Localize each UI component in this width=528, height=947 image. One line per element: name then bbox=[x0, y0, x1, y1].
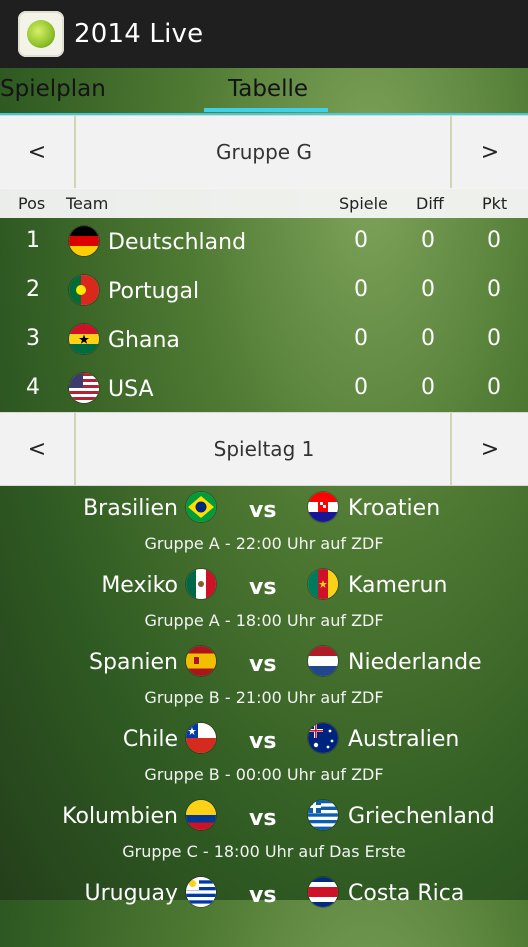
vs-label: vs bbox=[249, 883, 277, 908]
active-tab-indicator bbox=[204, 108, 328, 112]
mexico-flag-icon bbox=[186, 569, 216, 599]
row-points: 0 bbox=[487, 375, 501, 400]
row-points: 0 bbox=[487, 277, 501, 302]
row-diff: 0 bbox=[421, 326, 435, 351]
row-games: 0 bbox=[354, 375, 368, 400]
ghana-flag-icon bbox=[69, 324, 99, 354]
vs-label: vs bbox=[249, 498, 277, 523]
vs-label: vs bbox=[249, 729, 277, 754]
australia-flag-icon bbox=[308, 723, 338, 753]
row-pos: 3 bbox=[26, 326, 40, 351]
home-team: Chile bbox=[122, 727, 178, 752]
soccer-ball-icon bbox=[27, 20, 55, 48]
costa-rica-flag-icon bbox=[308, 877, 338, 907]
germany-flag-icon bbox=[69, 226, 99, 256]
match-item[interactable]: Uruguay vs Costa Rica bbox=[0, 869, 528, 947]
away-team: Kroatien bbox=[348, 496, 441, 521]
home-team: Uruguay bbox=[84, 881, 179, 906]
vs-label: vs bbox=[249, 806, 277, 831]
colombia-flag-icon bbox=[186, 800, 216, 830]
croatia-flag-icon bbox=[308, 492, 338, 522]
header-team: Team bbox=[66, 194, 109, 213]
uruguay-flag-icon bbox=[186, 877, 216, 907]
row-games: 0 bbox=[354, 326, 368, 351]
home-team: Kolumbien bbox=[62, 804, 178, 829]
table-row[interactable]: 4 USA 0 0 0 bbox=[0, 365, 528, 413]
header-games: Spiele bbox=[339, 194, 388, 213]
match-info: Gruppe C - 18:00 Uhr auf Das Erste bbox=[122, 842, 406, 861]
header-pos: Pos bbox=[18, 194, 46, 213]
vs-label: vs bbox=[249, 652, 277, 677]
away-team: Griechenland bbox=[348, 804, 495, 829]
row-pos: 2 bbox=[26, 277, 40, 302]
vs-label: vs bbox=[249, 575, 277, 600]
header-diff: Diff bbox=[416, 194, 444, 213]
standings-header: Pos Team Spiele Diff Pkt bbox=[0, 188, 528, 218]
row-diff: 0 bbox=[421, 375, 435, 400]
match-info: Gruppe B - 21:00 Uhr auf ZDF bbox=[144, 688, 384, 707]
portugal-flag-icon bbox=[69, 275, 99, 305]
match-info: Gruppe B - 00:00 Uhr auf ZDF bbox=[144, 765, 384, 784]
home-team: Brasilien bbox=[83, 496, 178, 521]
row-team: Ghana bbox=[108, 328, 180, 353]
away-team: Niederlande bbox=[348, 650, 482, 675]
match-item[interactable]: Spanien vs Niederlande Gruppe B - 21:00 … bbox=[0, 638, 528, 716]
match-item[interactable]: Mexiko vs Kamerun Gruppe A - 18:00 Uhr a… bbox=[0, 561, 528, 639]
cameroon-flag-icon bbox=[308, 569, 338, 599]
header-points: Pkt bbox=[482, 194, 508, 213]
match-list: Brasilien vs Kroatien Gruppe A - 22:00 U… bbox=[0, 484, 528, 908]
row-diff: 0 bbox=[421, 277, 435, 302]
row-games: 0 bbox=[354, 228, 368, 253]
app-title: 2014 Live bbox=[74, 19, 204, 49]
row-games: 0 bbox=[354, 277, 368, 302]
tab-spielplan[interactable]: Spielplan bbox=[0, 76, 106, 102]
tab-bar: Spielplan Tabelle bbox=[0, 68, 528, 115]
matchday-label: Spieltag 1 bbox=[213, 437, 315, 461]
previous-group-button[interactable]: < bbox=[0, 116, 76, 188]
match-item[interactable]: Kolumbien vs Griechenland Gruppe C - 18:… bbox=[0, 792, 528, 870]
row-team: USA bbox=[108, 377, 154, 402]
row-pos: 1 bbox=[26, 228, 40, 253]
netherlands-flag-icon bbox=[308, 646, 338, 676]
table-row[interactable]: 3 Ghana 0 0 0 bbox=[0, 316, 528, 364]
row-team: Portugal bbox=[108, 279, 200, 304]
standings-table: 1 Deutschland 0 0 0 2 Portugal 0 0 0 3 G… bbox=[0, 218, 528, 412]
action-bar: 2014 Live bbox=[0, 0, 528, 68]
usa-flag-icon bbox=[69, 373, 99, 403]
row-team: Deutschland bbox=[108, 230, 247, 255]
app-icon[interactable] bbox=[18, 11, 64, 57]
match-info: Gruppe A - 22:00 Uhr auf ZDF bbox=[144, 534, 384, 553]
away-team: Costa Rica bbox=[348, 881, 465, 906]
table-row[interactable]: 1 Deutschland 0 0 0 bbox=[0, 218, 528, 266]
row-points: 0 bbox=[487, 228, 501, 253]
brazil-flag-icon bbox=[186, 492, 216, 522]
row-points: 0 bbox=[487, 326, 501, 351]
match-item[interactable]: Chile vs Australien Gruppe B - 00:00 Uhr… bbox=[0, 715, 528, 793]
away-team: Kamerun bbox=[348, 573, 448, 598]
away-team: Australien bbox=[348, 727, 460, 752]
greece-flag-icon bbox=[308, 800, 338, 830]
home-team: Spanien bbox=[89, 650, 178, 675]
table-row[interactable]: 2 Portugal 0 0 0 bbox=[0, 267, 528, 315]
group-navigator: < Gruppe G > bbox=[0, 115, 528, 189]
next-group-button[interactable]: > bbox=[450, 116, 528, 188]
match-info: Gruppe A - 18:00 Uhr auf ZDF bbox=[144, 611, 384, 630]
home-team: Mexiko bbox=[101, 573, 178, 598]
group-label: Gruppe G bbox=[216, 140, 312, 164]
matchday-navigator: < Spieltag 1 > bbox=[0, 412, 528, 486]
next-matchday-button[interactable]: > bbox=[450, 413, 528, 485]
row-diff: 0 bbox=[421, 228, 435, 253]
match-item[interactable]: Brasilien vs Kroatien Gruppe A - 22:00 U… bbox=[0, 484, 528, 562]
previous-matchday-button[interactable]: < bbox=[0, 413, 76, 485]
spain-flag-icon bbox=[186, 646, 216, 676]
row-pos: 4 bbox=[26, 375, 40, 400]
chile-flag-icon bbox=[186, 723, 216, 753]
tab-tabelle[interactable]: Tabelle bbox=[228, 76, 308, 102]
